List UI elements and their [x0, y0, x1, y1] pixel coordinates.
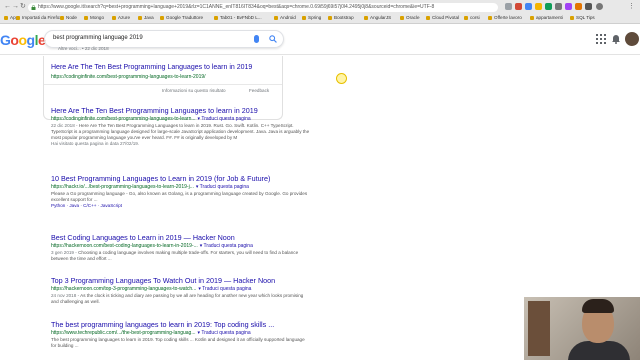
apps-grid-icon[interactable] — [596, 34, 606, 44]
extension-icon[interactable] — [545, 3, 552, 10]
bookmarks-bar: App Importati da Firefox Node Mongo Azur… — [0, 14, 640, 23]
result-title-link[interactable]: Top 3 Programming Languages To Watch Out… — [51, 276, 311, 286]
translate-link[interactable]: ▾ Traduci questa pagina — [198, 330, 251, 336]
result-url: https://hackernoon.com/best-coding-langu… — [51, 243, 311, 250]
bookmark-item[interactable]: Azure — [112, 15, 130, 20]
result-title-link[interactable]: The best programming languages to learn … — [51, 320, 311, 330]
bookmark-item[interactable]: Importati da Firefox — [16, 15, 62, 20]
back-icon[interactable]: ← — [4, 3, 11, 10]
visited-note: Hai visitato questa pagina in data 27/02… — [51, 141, 140, 146]
mouse-cursor-highlight — [336, 73, 347, 84]
result-item: The best programming languages to learn … — [51, 320, 311, 349]
featured-title-link[interactable]: Here Are The Ten Best Programming Langua… — [51, 64, 252, 71]
notifications-icon[interactable] — [612, 34, 620, 44]
profile-icon[interactable] — [596, 3, 603, 10]
bookmark-item[interactable]: Spring — [302, 15, 321, 20]
bookmark-item[interactable]: corsi — [464, 15, 480, 20]
result-snippet-text: Choosing a coding language involves maki… — [51, 250, 299, 261]
result-sitelinks[interactable]: Python · Java · C/C++ · JavaScript — [51, 203, 311, 209]
bookmark-item[interactable]: Cloud Pivotal — [426, 15, 459, 20]
featured-meta: Altre voci... • 22 dic 2018 — [58, 46, 109, 51]
result-url: https://hackr.io/.../best-programming-la… — [51, 184, 311, 191]
translate-link[interactable]: ▾ Traduci questa pagina — [198, 286, 251, 292]
result-url-text: https://codinginfinite.com/best-programm… — [51, 116, 196, 122]
extension-icon[interactable] — [565, 3, 572, 10]
avatar[interactable] — [625, 32, 639, 46]
webcam-person-body — [568, 341, 630, 360]
result-item: Here Are The Ten Best Programming Langua… — [51, 106, 311, 147]
search-input[interactable]: best programming language 2019 — [53, 35, 143, 41]
extension-icon[interactable] — [575, 3, 582, 10]
bookmark-item[interactable]: Offerte lavoro — [488, 15, 522, 20]
result-url-text: https://hackernoon.com/top-3-programming… — [51, 286, 197, 292]
result-url-text: https://hackernoon.com/best-coding-langu… — [51, 243, 198, 249]
result-snippet: 22 dic 2018 - Here Are The Ten Best Prog… — [51, 123, 311, 141]
lock-icon — [31, 5, 36, 10]
translate-link[interactable]: ▾ Traduci questa pagina — [198, 116, 251, 122]
result-url: https://hackernoon.com/top-3-programming… — [51, 286, 311, 293]
bookmark-item[interactable]: Java — [138, 15, 154, 20]
address-bar[interactable]: https://www.google.it/search?q=best+prog… — [28, 3, 498, 12]
forward-icon[interactable]: → — [12, 3, 19, 10]
extension-icon[interactable] — [585, 3, 592, 10]
translate-link[interactable]: ▾ Traduci questa pagina — [196, 184, 249, 190]
result-item: Top 3 Programming Languages To Watch Out… — [51, 276, 311, 305]
result-url-text: https://hackr.io/.../best-programming-la… — [51, 184, 194, 190]
search-icon[interactable] — [269, 35, 277, 43]
bookmark-item[interactable]: Oracle — [400, 15, 420, 20]
webcam-background — [528, 301, 550, 356]
extension-icon[interactable] — [555, 3, 562, 10]
divider — [44, 84, 282, 85]
result-url-text: https://www.techrepublic.com/.../the-bes… — [51, 330, 196, 336]
bookmark-item[interactable]: Mongo — [84, 15, 104, 20]
result-title-link[interactable]: 10 Best Programming Languages to Learn i… — [51, 174, 311, 184]
reload-icon[interactable]: ↻ — [20, 3, 27, 10]
bookmark-item[interactable]: Google Traduttore — [160, 15, 203, 20]
microphone-icon[interactable] — [254, 35, 259, 43]
google-logo[interactable]: Google — [0, 32, 46, 48]
about-result-link[interactable]: Informazioni su questo risultato — [162, 88, 226, 93]
result-snippet: Please a Go programming language - Go, a… — [51, 191, 308, 202]
result-snippet: 3 gen 2019 - Choosing a coding language … — [51, 250, 311, 262]
menu-icon[interactable]: ⋮ — [628, 3, 635, 10]
result-item: Best Coding Languages to Learn in 2019 —… — [51, 233, 311, 262]
bookmark-item[interactable]: AngularJS — [364, 15, 391, 20]
webcam-person-hair — [582, 299, 614, 313]
result-url: https://www.techrepublic.com/.../the-bes… — [51, 330, 311, 337]
result-date: 22 dic 2018 - — [51, 123, 78, 128]
browser-chrome: ← → ↻ https://www.google.it/search?q=bes… — [0, 0, 640, 24]
result-snippet: 24 nov 2018 - As the clock is ticking an… — [51, 293, 311, 305]
bookmark-item[interactable]: SQL Tips — [570, 15, 595, 20]
result-snippet: The best programming languages to learn … — [51, 337, 305, 348]
bookmark-item[interactable]: Bootstrap — [328, 15, 354, 20]
result-date: 24 nov 2018 - — [51, 293, 80, 298]
star-icon[interactable] — [505, 3, 512, 10]
feedback-link[interactable]: Feedback — [249, 88, 269, 93]
result-snippet-text: As the clock is ticking and diary are pa… — [51, 293, 304, 304]
result-snippet-text: Here Are The Ten Best Programming Langua… — [51, 123, 310, 140]
result-date: 3 gen 2019 - — [51, 250, 77, 255]
extension-icon[interactable] — [535, 3, 542, 10]
bookmark-item[interactable]: Android — [274, 15, 296, 20]
result-item: 10 Best Programming Languages to Learn i… — [51, 174, 311, 209]
extension-icon[interactable] — [515, 3, 522, 10]
result-url: https://codinginfinite.com/best-programm… — [51, 116, 311, 123]
result-title-link[interactable]: Here Are The Ten Best Programming Langua… — [51, 106, 311, 116]
bookmark-item[interactable]: Node — [60, 15, 77, 20]
translate-link[interactable]: ▾ Traduci questa pagina — [200, 243, 253, 249]
bookmark-item[interactable]: Tab01 - BvFNbD L... — [214, 15, 262, 20]
featured-url: https://codinginfinite.com/best-programm… — [51, 74, 206, 80]
result-title-link[interactable]: Best Coding Languages to Learn in 2019 —… — [51, 233, 311, 243]
bookmark-item[interactable]: appartamenti — [530, 15, 563, 20]
webcam-overlay — [524, 297, 640, 360]
extension-icon[interactable] — [525, 3, 532, 10]
